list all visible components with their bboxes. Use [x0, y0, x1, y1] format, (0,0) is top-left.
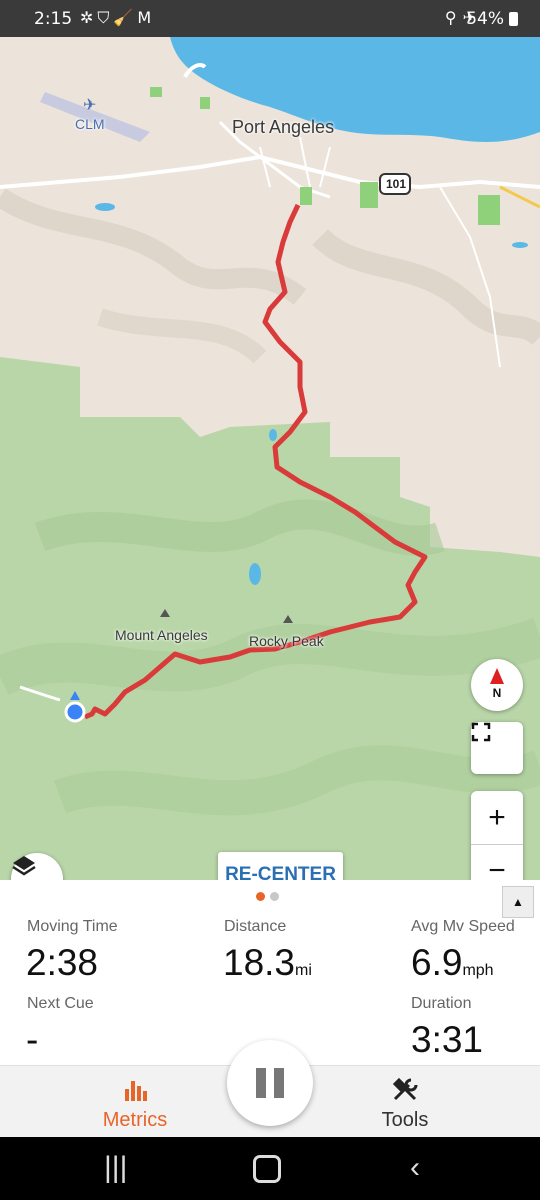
- gmail-icon: M: [137, 8, 156, 27]
- compass-button[interactable]: N: [471, 659, 523, 711]
- lake: [249, 563, 261, 585]
- collapse-panel-button[interactable]: ▲: [502, 886, 534, 918]
- fullscreen-icon: [471, 722, 491, 742]
- battery-percent: 54%: [466, 9, 504, 29]
- distance-value-wrap: 18.3mi: [223, 942, 312, 984]
- tools-icon: [392, 1077, 418, 1101]
- current-location-dot: [64, 701, 86, 723]
- bar-chart-icon: [125, 1081, 147, 1101]
- moving-time-value: 2:38: [26, 942, 99, 983]
- avg-speed-unit: mph: [462, 962, 494, 979]
- pinwheel-icon: ✲: [80, 8, 98, 27]
- caret-up-icon: ▲: [512, 895, 524, 909]
- tab-metrics-label: Metrics: [102, 1109, 168, 1131]
- zoom-in-button[interactable]: +: [471, 792, 523, 844]
- home-button[interactable]: [253, 1155, 281, 1183]
- tab-tools-label: Tools: [381, 1109, 429, 1131]
- notification-icons: ✲⛉🧹M: [80, 8, 155, 28]
- broom-icon: 🧹: [113, 8, 138, 27]
- pause-icon-bar-right: [274, 1068, 284, 1098]
- compass-north-label: N: [492, 686, 502, 700]
- map-view[interactable]: ✈ Port Angeles CLM Mount Angeles Rocky P…: [0, 37, 540, 880]
- page-indicator: [256, 892, 279, 901]
- pause-icon-bar-left: [256, 1068, 266, 1098]
- mount-angeles-label: Mount Angeles: [115, 627, 208, 643]
- avg-speed-value: 6.9: [411, 942, 463, 983]
- avg-speed-value-wrap: 6.9mph: [411, 942, 494, 984]
- duration-label: Duration: [411, 995, 472, 1012]
- next-cue-label: Next Cue: [27, 995, 94, 1012]
- shield-icon: ⛉: [97, 8, 114, 27]
- highway-number: 101: [386, 177, 407, 191]
- back-button[interactable]: ‹: [410, 1151, 420, 1185]
- pause-button[interactable]: [227, 1040, 313, 1126]
- map-canvas: ✈: [0, 37, 540, 880]
- duration-value: 3:31: [411, 1019, 484, 1060]
- recenter-button[interactable]: RE-CENTER: [218, 852, 343, 880]
- park-area: [360, 182, 378, 208]
- compass-needle-icon: [490, 668, 504, 684]
- page-dot: [270, 892, 279, 901]
- fullscreen-button[interactable]: [471, 722, 523, 774]
- port-angeles-label: Port Angeles: [232, 117, 335, 137]
- page-dot-active: [256, 892, 265, 901]
- status-bar: 2:15 ✲⛉🧹M ⚲✈ 54%: [0, 0, 540, 37]
- clm-label: CLM: [75, 116, 105, 132]
- layers-icon: [12, 856, 36, 876]
- next-cue-value: -: [26, 1019, 39, 1060]
- moving-time-label: Moving Time: [27, 918, 118, 935]
- status-time: 2:15: [34, 9, 73, 29]
- zoom-out-button[interactable]: −: [471, 845, 523, 881]
- avg-speed-label: Avg Mv Speed: [411, 918, 515, 935]
- system-nav-bar: ||| ‹: [0, 1137, 540, 1200]
- highway-road: [0, 154, 540, 190]
- distance-unit: mi: [295, 962, 312, 979]
- tab-metrics[interactable]: Metrics: [70, 1066, 200, 1138]
- tab-tools[interactable]: Tools: [340, 1066, 470, 1138]
- distance-label: Distance: [224, 918, 287, 935]
- recent-apps-button[interactable]: |||: [104, 1151, 127, 1185]
- zoom-control: + −: [471, 791, 523, 880]
- distance-value: 18.3: [223, 942, 296, 983]
- location-icon: ⚲: [444, 8, 463, 27]
- battery-icon: [509, 12, 518, 26]
- airport-icon: ✈: [83, 97, 96, 114]
- rocky-peak-label: Rocky Peak: [249, 633, 324, 649]
